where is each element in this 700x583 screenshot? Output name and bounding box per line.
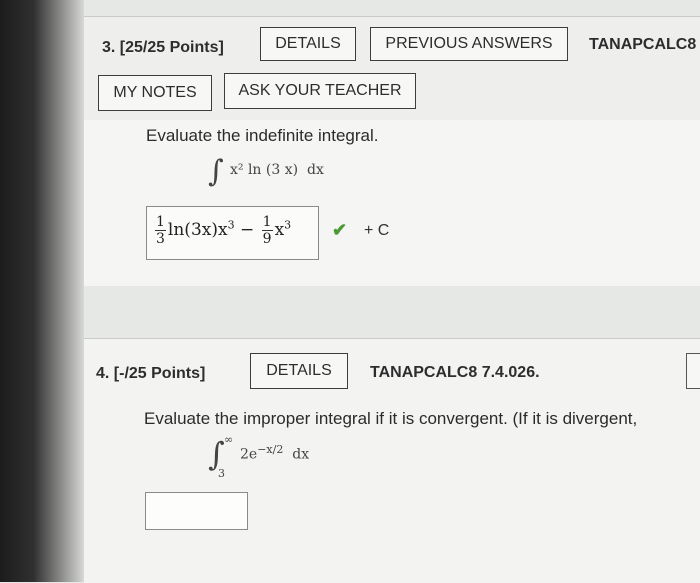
question-3-code: TANAPCALC8 [589,36,697,53]
details-button-q3[interactable]: DETAILS [260,27,356,61]
plus-c-label: + C [364,222,390,239]
answer-field-q4[interactable] [145,492,248,530]
question-3-body: Evaluate the indefinite integral. ∫ x² l… [84,120,700,286]
details-button-q4[interactable]: DETAILS [250,353,348,389]
ask-your-teacher-button[interactable]: ASK YOUR TEACHER [224,73,416,109]
integral-sign: ∫ [208,154,224,189]
correct-check-icon: ✔ [332,220,348,240]
question-4-prompt: Evaluate the improper integral if it is … [144,409,638,428]
question-3-prompt: Evaluate the indefinite integral. [146,126,379,145]
my-notes-button[interactable]: MY NOTES [98,75,212,111]
question-4-card: 4. [-/25 Points] DETAILS TANAPCALC8 7.4.… [84,338,700,583]
question-3-header: 3. [25/25 Points] DETAILS PREVIOUS ANSWE… [84,16,700,121]
improper-integrand: 2e−x/2 dx [240,443,310,463]
answer-field-q3[interactable]: 1 3 ln(3x)x3 − 1 9 x3 [146,206,319,260]
previous-answers-button[interactable]: PREVIOUS ANSWERS [370,27,568,61]
question-3-label: 3. [25/25 Points] [102,39,224,56]
upper-limit: ∞ [224,433,234,446]
answer-expression: 1 3 ln(3x)x3 − 1 9 x3 [155,214,292,247]
question-4-code: TANAPCALC8 7.4.026. [370,364,540,381]
question-4-label: 4. [-/25 Points] [96,365,206,382]
offscreen-button[interactable] [686,353,700,389]
lower-limit: 3 [218,467,225,480]
integrand: x² ln (3 x) dx [230,162,324,178]
screen-bezel-shadow [0,0,84,582]
